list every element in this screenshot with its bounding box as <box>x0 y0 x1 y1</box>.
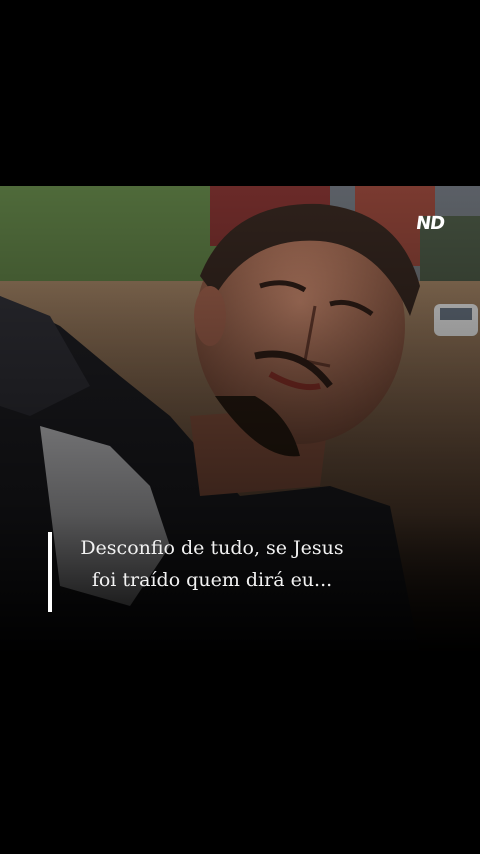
caption-line-1: Desconfio de tudo, se Jesus <box>80 537 344 559</box>
watermark-logo: ND <box>414 213 446 234</box>
caption-line-2: foi traído quem dirá eu... <box>91 569 333 591</box>
caption-box: Desconfio de tudo, se Jesus foi traído q… <box>48 532 362 612</box>
